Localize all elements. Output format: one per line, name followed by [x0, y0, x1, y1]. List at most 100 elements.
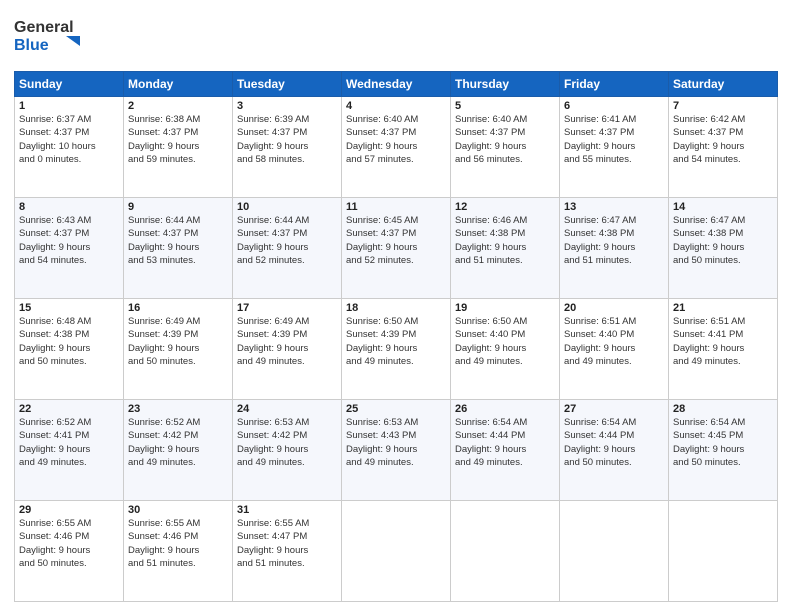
day-number: 22: [19, 403, 119, 415]
day-info: Sunrise: 6:48 AMSunset: 4:38 PMDaylight:…: [19, 316, 91, 367]
day-number: 20: [564, 302, 664, 314]
calendar-week-5: 29 Sunrise: 6:55 AMSunset: 4:46 PMDaylig…: [15, 501, 778, 602]
calendar-cell: 5 Sunrise: 6:40 AMSunset: 4:37 PMDayligh…: [451, 97, 560, 198]
day-number: 10: [237, 201, 337, 213]
calendar-week-1: 1 Sunrise: 6:37 AMSunset: 4:37 PMDayligh…: [15, 97, 778, 198]
day-info: Sunrise: 6:54 AMSunset: 4:44 PMDaylight:…: [455, 417, 527, 468]
calendar-cell: 19 Sunrise: 6:50 AMSunset: 4:40 PMDaylig…: [451, 299, 560, 400]
day-number: 2: [128, 100, 228, 112]
calendar-cell: [342, 501, 451, 602]
day-info: Sunrise: 6:37 AMSunset: 4:37 PMDaylight:…: [19, 114, 96, 165]
day-number: 31: [237, 504, 337, 516]
day-number: 28: [673, 403, 773, 415]
day-number: 8: [19, 201, 119, 213]
calendar-cell: 22 Sunrise: 6:52 AMSunset: 4:41 PMDaylig…: [15, 400, 124, 501]
calendar-week-3: 15 Sunrise: 6:48 AMSunset: 4:38 PMDaylig…: [15, 299, 778, 400]
day-number: 6: [564, 100, 664, 112]
calendar-cell: 1 Sunrise: 6:37 AMSunset: 4:37 PMDayligh…: [15, 97, 124, 198]
day-info: Sunrise: 6:49 AMSunset: 4:39 PMDaylight:…: [128, 316, 200, 367]
day-number: 5: [455, 100, 555, 112]
calendar-cell: 28 Sunrise: 6:54 AMSunset: 4:45 PMDaylig…: [669, 400, 778, 501]
day-info: Sunrise: 6:55 AMSunset: 4:47 PMDaylight:…: [237, 518, 309, 569]
weekday-header-tuesday: Tuesday: [233, 72, 342, 97]
day-number: 27: [564, 403, 664, 415]
day-info: Sunrise: 6:40 AMSunset: 4:37 PMDaylight:…: [346, 114, 418, 165]
calendar-cell: 20 Sunrise: 6:51 AMSunset: 4:40 PMDaylig…: [560, 299, 669, 400]
calendar-cell: [451, 501, 560, 602]
calendar-cell: 21 Sunrise: 6:51 AMSunset: 4:41 PMDaylig…: [669, 299, 778, 400]
calendar-cell: [560, 501, 669, 602]
day-info: Sunrise: 6:43 AMSunset: 4:37 PMDaylight:…: [19, 215, 91, 266]
weekday-header-thursday: Thursday: [451, 72, 560, 97]
calendar-cell: 13 Sunrise: 6:47 AMSunset: 4:38 PMDaylig…: [560, 198, 669, 299]
weekday-header-saturday: Saturday: [669, 72, 778, 97]
calendar-cell: 25 Sunrise: 6:53 AMSunset: 4:43 PMDaylig…: [342, 400, 451, 501]
day-number: 7: [673, 100, 773, 112]
day-info: Sunrise: 6:44 AMSunset: 4:37 PMDaylight:…: [237, 215, 309, 266]
day-number: 25: [346, 403, 446, 415]
calendar-cell: 17 Sunrise: 6:49 AMSunset: 4:39 PMDaylig…: [233, 299, 342, 400]
day-number: 21: [673, 302, 773, 314]
day-number: 19: [455, 302, 555, 314]
calendar-cell: 2 Sunrise: 6:38 AMSunset: 4:37 PMDayligh…: [124, 97, 233, 198]
day-info: Sunrise: 6:50 AMSunset: 4:40 PMDaylight:…: [455, 316, 527, 367]
calendar-cell: 29 Sunrise: 6:55 AMSunset: 4:46 PMDaylig…: [15, 501, 124, 602]
day-info: Sunrise: 6:40 AMSunset: 4:37 PMDaylight:…: [455, 114, 527, 165]
page: General Blue SundayMondayTuesdayWednesda…: [0, 0, 792, 612]
calendar-cell: 8 Sunrise: 6:43 AMSunset: 4:37 PMDayligh…: [15, 198, 124, 299]
weekday-header-row: SundayMondayTuesdayWednesdayThursdayFrid…: [15, 72, 778, 97]
svg-text:General: General: [14, 19, 74, 36]
day-info: Sunrise: 6:44 AMSunset: 4:37 PMDaylight:…: [128, 215, 200, 266]
day-number: 24: [237, 403, 337, 415]
calendar-cell: 26 Sunrise: 6:54 AMSunset: 4:44 PMDaylig…: [451, 400, 560, 501]
day-number: 26: [455, 403, 555, 415]
day-number: 12: [455, 201, 555, 213]
calendar-cell: 11 Sunrise: 6:45 AMSunset: 4:37 PMDaylig…: [342, 198, 451, 299]
day-info: Sunrise: 6:52 AMSunset: 4:41 PMDaylight:…: [19, 417, 91, 468]
svg-text:Blue: Blue: [14, 37, 49, 54]
calendar-cell: 27 Sunrise: 6:54 AMSunset: 4:44 PMDaylig…: [560, 400, 669, 501]
day-info: Sunrise: 6:39 AMSunset: 4:37 PMDaylight:…: [237, 114, 309, 165]
header: General Blue: [14, 10, 778, 63]
day-number: 16: [128, 302, 228, 314]
day-number: 4: [346, 100, 446, 112]
calendar-week-2: 8 Sunrise: 6:43 AMSunset: 4:37 PMDayligh…: [15, 198, 778, 299]
day-info: Sunrise: 6:55 AMSunset: 4:46 PMDaylight:…: [128, 518, 200, 569]
calendar-cell: 6 Sunrise: 6:41 AMSunset: 4:37 PMDayligh…: [560, 97, 669, 198]
day-info: Sunrise: 6:55 AMSunset: 4:46 PMDaylight:…: [19, 518, 91, 569]
day-info: Sunrise: 6:49 AMSunset: 4:39 PMDaylight:…: [237, 316, 309, 367]
day-info: Sunrise: 6:54 AMSunset: 4:44 PMDaylight:…: [564, 417, 636, 468]
day-number: 18: [346, 302, 446, 314]
calendar-cell: 14 Sunrise: 6:47 AMSunset: 4:38 PMDaylig…: [669, 198, 778, 299]
calendar-cell: 7 Sunrise: 6:42 AMSunset: 4:37 PMDayligh…: [669, 97, 778, 198]
calendar-cell: 23 Sunrise: 6:52 AMSunset: 4:42 PMDaylig…: [124, 400, 233, 501]
day-number: 11: [346, 201, 446, 213]
calendar-cell: 31 Sunrise: 6:55 AMSunset: 4:47 PMDaylig…: [233, 501, 342, 602]
calendar-cell: 15 Sunrise: 6:48 AMSunset: 4:38 PMDaylig…: [15, 299, 124, 400]
day-info: Sunrise: 6:38 AMSunset: 4:37 PMDaylight:…: [128, 114, 200, 165]
day-info: Sunrise: 6:42 AMSunset: 4:37 PMDaylight:…: [673, 114, 745, 165]
day-info: Sunrise: 6:51 AMSunset: 4:40 PMDaylight:…: [564, 316, 636, 367]
calendar-cell: 3 Sunrise: 6:39 AMSunset: 4:37 PMDayligh…: [233, 97, 342, 198]
weekday-header-wednesday: Wednesday: [342, 72, 451, 97]
day-info: Sunrise: 6:51 AMSunset: 4:41 PMDaylight:…: [673, 316, 745, 367]
day-info: Sunrise: 6:45 AMSunset: 4:37 PMDaylight:…: [346, 215, 418, 266]
calendar-cell: 18 Sunrise: 6:50 AMSunset: 4:39 PMDaylig…: [342, 299, 451, 400]
day-info: Sunrise: 6:53 AMSunset: 4:42 PMDaylight:…: [237, 417, 309, 468]
day-info: Sunrise: 6:52 AMSunset: 4:42 PMDaylight:…: [128, 417, 200, 468]
calendar-cell: 10 Sunrise: 6:44 AMSunset: 4:37 PMDaylig…: [233, 198, 342, 299]
day-number: 15: [19, 302, 119, 314]
day-info: Sunrise: 6:46 AMSunset: 4:38 PMDaylight:…: [455, 215, 527, 266]
day-info: Sunrise: 6:47 AMSunset: 4:38 PMDaylight:…: [564, 215, 636, 266]
logo: General Blue: [14, 10, 104, 63]
day-info: Sunrise: 6:47 AMSunset: 4:38 PMDaylight:…: [673, 215, 745, 266]
day-number: 29: [19, 504, 119, 516]
calendar-cell: 24 Sunrise: 6:53 AMSunset: 4:42 PMDaylig…: [233, 400, 342, 501]
day-info: Sunrise: 6:54 AMSunset: 4:45 PMDaylight:…: [673, 417, 745, 468]
day-number: 9: [128, 201, 228, 213]
day-number: 1: [19, 100, 119, 112]
calendar-week-4: 22 Sunrise: 6:52 AMSunset: 4:41 PMDaylig…: [15, 400, 778, 501]
weekday-header-friday: Friday: [560, 72, 669, 97]
day-number: 30: [128, 504, 228, 516]
logo-block: General Blue: [14, 10, 104, 63]
